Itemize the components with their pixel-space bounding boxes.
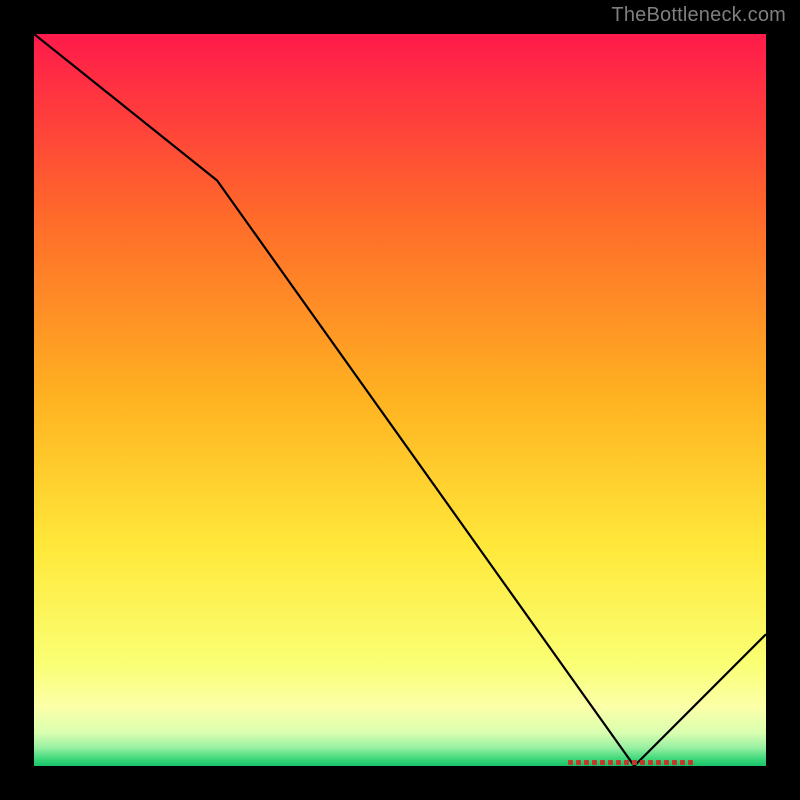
gradient-background-svg: [34, 34, 766, 766]
minimum-marker-strip: [568, 760, 692, 766]
plot-area: [34, 34, 766, 766]
watermark: TheBottleneck.com: [611, 4, 786, 27]
chart-frame: TheBottleneck.com: [0, 0, 800, 800]
gradient-rect: [34, 34, 766, 766]
